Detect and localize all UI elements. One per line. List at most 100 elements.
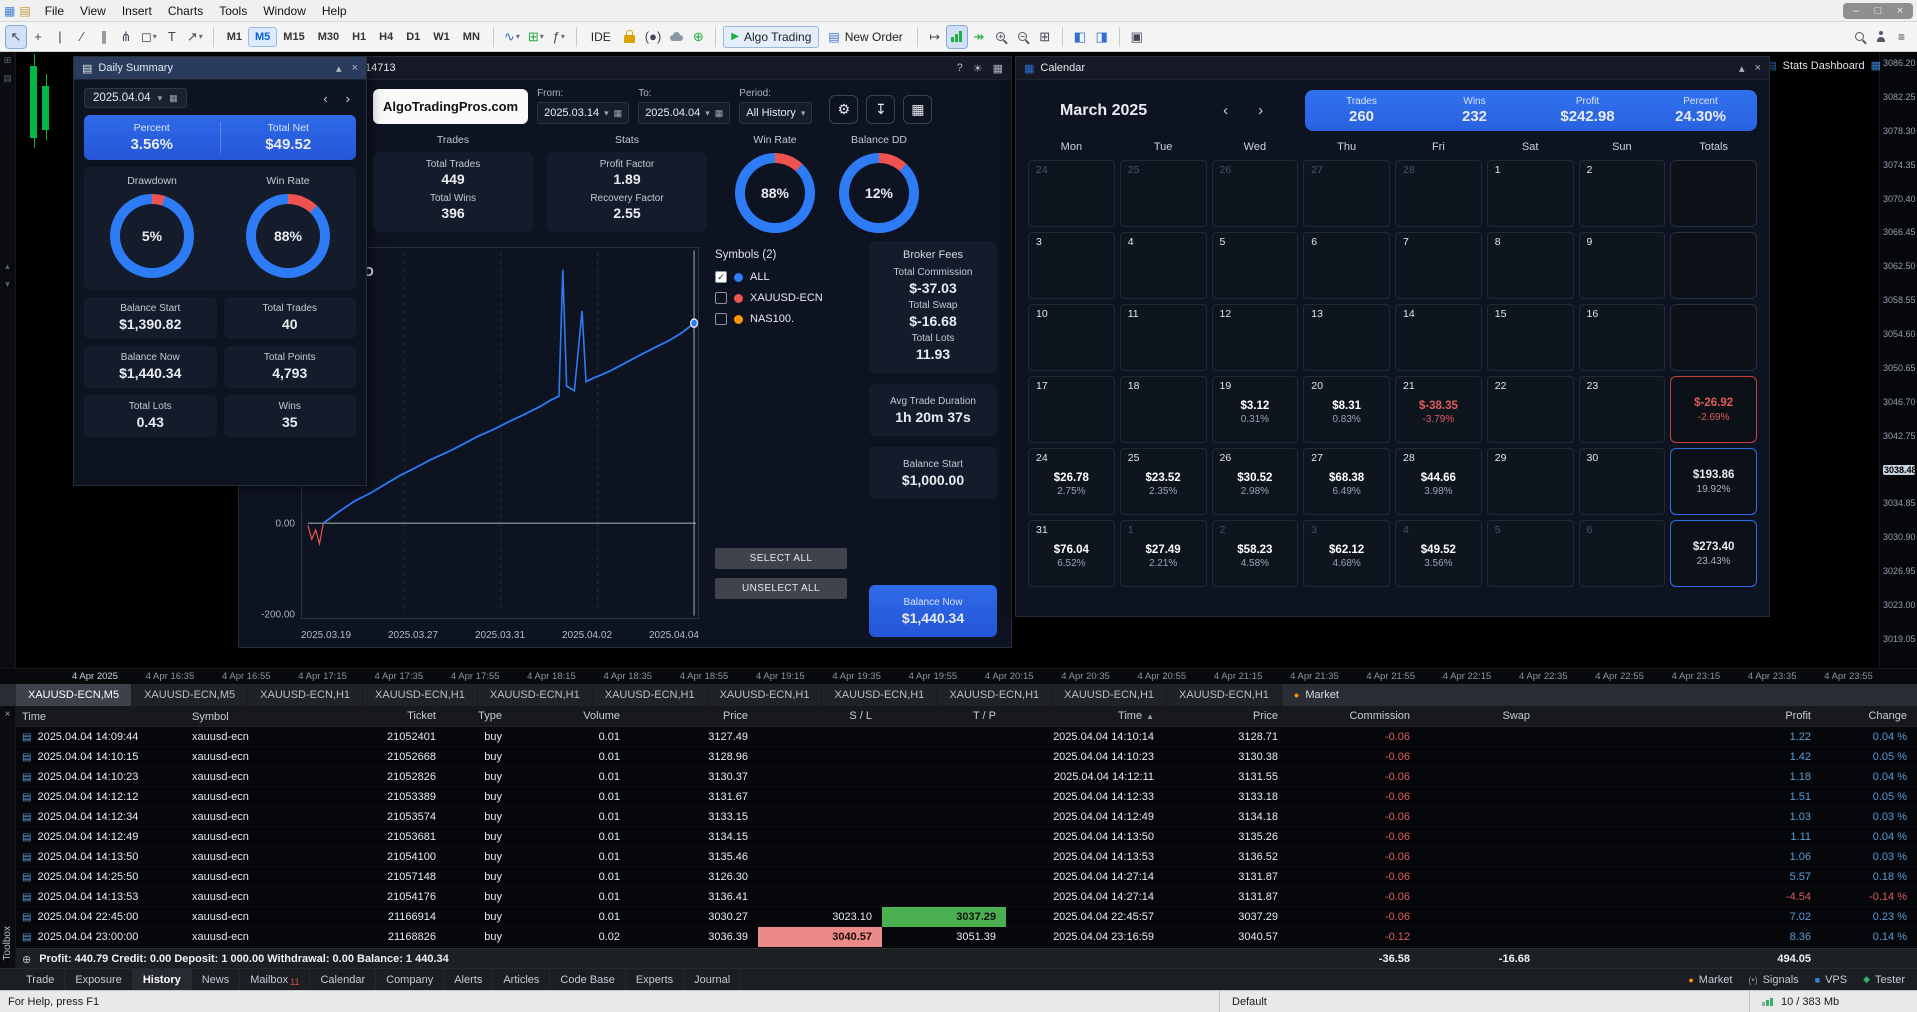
time-axis[interactable]: 4 Apr 2025 4 Apr 16:35 4 Apr 16:55 4 Apr 17… [0,668,1917,684]
close-icon[interactable]: × [1755,62,1761,75]
chart-tab[interactable]: XAUUSD-ECN,H1 [248,684,364,706]
history-column-header[interactable]: Swap [1420,706,1540,727]
table-row[interactable]: ▤ 2025.04.04 14:25:50 xauusd-ecn 21057148 bu… [16,867,1917,887]
calendar-titlebar[interactable]: ▦ Calendar ▴ × [1016,57,1769,80]
next-day-button[interactable]: › [346,91,350,106]
symbol-row[interactable]: NAS100. [715,313,857,325]
next-month-button[interactable]: › [1258,102,1263,119]
chart-tab[interactable]: XAUUSD-ECN,H1 [1052,684,1168,706]
tab-alerts[interactable]: Alerts [444,969,494,990]
table-row[interactable]: ▤ 2025.04.04 14:10:23 xauusd-ecn 21052826 bu… [16,767,1917,787]
algo-trading-button[interactable]: ▶ Algo Trading [723,25,820,48]
menu-item-charts[interactable]: Charts [160,2,211,20]
vps-button[interactable]: ■ VPS [1815,974,1847,986]
lock-button[interactable] [620,26,640,48]
strip-collapse-up-icon[interactable]: ▴ [5,261,10,272]
pitchfork-tool-button[interactable]: ⋔ [116,26,136,48]
history-column-header[interactable]: T / P [882,706,1006,727]
text-tool-button[interactable]: T [162,26,182,48]
signals-button[interactable]: (•) Signals [1748,974,1798,986]
close-button[interactable]: × [1889,3,1911,19]
table-row[interactable]: ▤ 2025.04.04 14:12:34 xauusd-ecn 21053574 bu… [16,807,1917,827]
strip-grid-icon[interactable]: ⊞ [4,55,12,66]
table-row[interactable]: ▤ 2025.04.04 14:13:53 xauusd-ecn 21054176 bu… [16,887,1917,907]
indicators-button[interactable]: ƒ ▾ [549,26,569,48]
crosshair-tool-button[interactable]: + [28,26,48,48]
tab-exposure[interactable]: Exposure [65,969,133,990]
chart-tab[interactable]: XAUUSD-ECN,H1 [592,684,708,706]
screenshot-button[interactable]: ▣ [1127,26,1147,48]
help-icon[interactable]: ? [957,62,963,75]
shapes-tool-button[interactable]: ◻ ▾ [138,26,160,48]
chart-tab[interactable]: XAUUSD-ECN,H1 [1167,684,1282,706]
timeframe-m30[interactable]: M30 [312,28,345,46]
tab-history[interactable]: History [132,969,192,990]
maximize-button[interactable]: □ [1867,3,1889,19]
tab-code-base[interactable]: Code Base [550,969,626,990]
history-column-header[interactable]: Price [1164,706,1288,727]
table-row[interactable]: ▤ 2025.04.04 22:45:00 xauusd-ecn 21166914 bu… [16,907,1917,927]
chart-tab[interactable]: XAUUSD-ECN,H1 [363,684,478,706]
history-column-header[interactable]: Ticket [336,706,446,727]
menu-item-tools[interactable]: Tools [211,2,255,20]
calendar-icon[interactable]: ▦ [993,62,1003,75]
market-button[interactable]: ● Market [1688,974,1732,986]
channel-tool-button[interactable]: ∥ [94,26,114,48]
to-date-input[interactable]: 2025.04.04 ▾ ▦ [638,102,731,124]
web-button[interactable]: ⊕ [688,26,708,48]
tab-journal[interactable]: Journal [684,969,742,990]
new-order-button[interactable]: ▤ New Order [821,27,909,47]
close-icon[interactable]: × [352,62,358,75]
timeframe-d1[interactable]: D1 [400,28,426,46]
history-column-header[interactable]: S / L [758,706,882,727]
from-date-input[interactable]: 2025.03.14 ▾ ▦ [537,102,630,124]
zoom-in-button[interactable]: + [991,26,1011,48]
history-column-header[interactable]: Time ▲ [1006,706,1164,727]
table-row[interactable]: ▤ 2025.04.04 23:00:00 xauusd-ecn 21168826 bu… [16,927,1917,947]
tile-windows-button[interactable]: ⊞ [1035,26,1055,48]
price-axis[interactable]: 3086.20 3082.25 3078.30 3074.35 3070.40 3066.… [1879,52,1917,668]
select-all-button[interactable]: SELECT ALL [715,548,847,569]
symbol-row[interactable]: ✓ ALL [715,271,857,283]
chart-type-button[interactable]: ∿ ▾ [501,26,523,48]
table-row[interactable]: ▤ 2025.04.04 14:10:15 xauusd-ecn 21052668 bu… [16,747,1917,767]
tab-mailbox[interactable]: Mailbox 11 [240,969,311,990]
timeframe-m15[interactable]: M15 [277,28,310,46]
history-column-header[interactable]: Profit [1540,706,1821,727]
tab-market[interactable]: ● Market [1282,684,1351,706]
arrows-tool-button[interactable]: ↗ ▾ [184,26,206,48]
table-row[interactable]: ▤ 2025.04.04 14:12:49 xauusd-ecn 21053681 bu… [16,827,1917,847]
prev-day-button[interactable]: ‹ [323,91,327,106]
tab-experts[interactable]: Experts [626,969,685,990]
calendar-icon[interactable]: ▦ [169,93,178,104]
cursor-tool-button[interactable]: ↖ [5,24,27,49]
menu-item-window[interactable]: Window [255,2,314,20]
settings-button[interactable]: ⚙ [829,95,859,124]
collapse-icon[interactable]: ▴ [336,62,342,75]
history-column-header[interactable]: Type [446,706,512,727]
table-row[interactable]: ▤ 2025.04.04 14:09:44 xauusd-ecn 21052401 bu… [16,727,1917,747]
history-column-header[interactable]: Change [1821,706,1917,727]
auto-scroll-button[interactable] [945,24,968,49]
history-column-header[interactable]: Symbol [186,706,336,727]
theme-icon[interactable]: ☀ [973,62,983,75]
chart-tab[interactable]: XAUUSD-ECN,H1 [937,684,1053,706]
tab-trade[interactable]: Trade [16,969,66,990]
ide-button[interactable]: IDE [584,27,618,47]
menu-item-view[interactable]: View [72,2,114,20]
calendar-icon[interactable]: ▦ [614,108,623,119]
strip-list-icon[interactable]: ▤ [3,73,12,84]
history-column-header[interactable]: Commission [1288,706,1420,727]
chart-shift-button[interactable]: ↦ [925,26,945,48]
unselect-all-button[interactable]: UNSELECT ALL [715,578,847,599]
cloud-button[interactable] [666,26,686,48]
tab-company[interactable]: Company [376,969,445,990]
menu-item-help[interactable]: Help [314,2,355,20]
history-column-header[interactable]: Price [630,706,758,727]
table-row[interactable]: ▤ 2025.04.04 14:12:12 xauusd-ecn 21053389 bu… [16,787,1917,807]
dashboard-grid-icon[interactable]: ▦ [1871,59,1881,72]
chart-tab[interactable]: XAUUSD-ECN,H1 [477,684,593,706]
history-column-header[interactable]: Time [16,706,186,727]
panel-left-button[interactable]: ◧ [1070,26,1090,48]
calendar-icon[interactable]: ▦ [715,108,724,119]
